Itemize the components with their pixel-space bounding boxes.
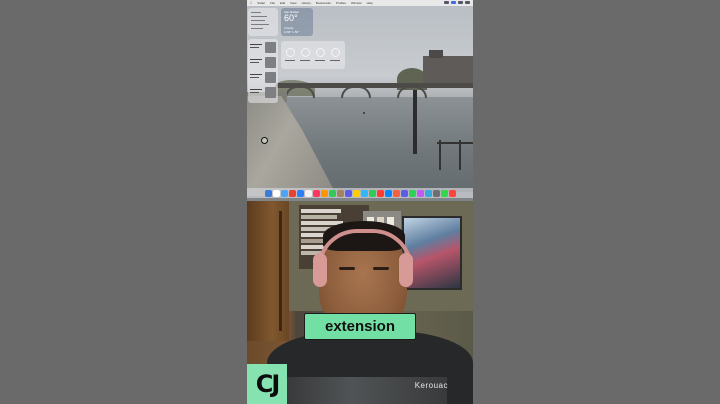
dock-app-icon[interactable] [376, 189, 384, 197]
dock-app-icon[interactable] [448, 189, 456, 197]
railing-post [459, 140, 461, 170]
widget-text-line [251, 24, 269, 25]
dock-app-icon[interactable] [360, 189, 368, 197]
gauge-icon [286, 48, 295, 57]
dock-app-icon[interactable] [432, 189, 440, 197]
weather-temperature: 60° [284, 13, 298, 23]
bridge-arch [397, 86, 427, 98]
short-video-frame:  Safari File Edit View History Bookmark… [247, 0, 473, 404]
dock-app-icon[interactable] [320, 189, 328, 197]
dock-app-icon[interactable] [384, 189, 392, 197]
menu-item-profiles[interactable]: Profiles [336, 0, 346, 6]
news-item[interactable] [250, 86, 276, 100]
menu-item-window[interactable]: Window [351, 0, 362, 6]
news-item[interactable] [250, 41, 276, 55]
bird [363, 112, 365, 114]
wooden-door [247, 201, 289, 341]
railing [437, 142, 473, 144]
apple-menu-icon[interactable]:  [250, 0, 252, 6]
control-center-icon[interactable] [465, 1, 470, 4]
news-thumbnail [265, 42, 276, 53]
dock-app-icon[interactable] [392, 189, 400, 197]
dock-app-icon[interactable] [328, 189, 336, 197]
menu-item-safari[interactable]: Safari [257, 0, 265, 6]
widget-text-line [251, 12, 261, 13]
menu-item-history[interactable]: History [302, 0, 311, 6]
news-thumbnail [265, 72, 276, 83]
dock-app-icon[interactable] [440, 189, 448, 197]
news-thumbnail [265, 57, 276, 68]
bridge-arch [341, 86, 371, 98]
dock-app-icon[interactable] [296, 189, 304, 197]
status-icon[interactable] [444, 1, 449, 4]
eyebrow [339, 267, 355, 270]
dock-app-icon[interactable] [400, 189, 408, 197]
news-item[interactable] [250, 71, 276, 85]
menu-item-edit[interactable]: Edit [280, 0, 285, 6]
dock-app-icon[interactable] [368, 189, 376, 197]
dock-app-icon[interactable] [344, 189, 352, 197]
headphone-left [313, 253, 327, 287]
widget-text-line [251, 28, 263, 29]
bridge-arch [285, 86, 315, 98]
gauge-label [300, 60, 310, 61]
channel-logo: CJ [247, 364, 287, 404]
news-thumbnail [265, 87, 276, 98]
dock-app-icon[interactable] [264, 189, 272, 197]
news-item[interactable] [250, 56, 276, 70]
headphone-right [399, 253, 413, 287]
widget-text-line [251, 16, 267, 17]
gauges-widget[interactable] [281, 41, 345, 69]
status-icon-active[interactable] [451, 1, 456, 4]
dock [247, 188, 473, 198]
dock-app-icon[interactable] [312, 189, 320, 197]
gauge-label [330, 60, 340, 61]
gauge-label [285, 60, 295, 61]
weather-high-low: H:66° L:50° [284, 30, 300, 34]
calendar-widget[interactable] [248, 8, 278, 36]
gauge-label [315, 60, 325, 61]
menu-item-help[interactable]: Help [367, 0, 373, 6]
dock-app-icon[interactable] [424, 189, 432, 197]
menu-item-file[interactable]: File [270, 0, 275, 6]
mooring-pole [413, 90, 417, 154]
dock-app-icon[interactable] [272, 189, 280, 197]
dock-app-icon[interactable] [288, 189, 296, 197]
weather-widget[interactable]: San Rafael 60° Cloudy H:66° L:50° [281, 8, 313, 36]
gauge-icon [331, 48, 340, 57]
dock-app-icon[interactable] [280, 189, 288, 197]
dock-app-icon[interactable] [352, 189, 360, 197]
caption-text: extension [304, 313, 416, 340]
dock-app-icon[interactable] [304, 189, 312, 197]
screen-recording:  Safari File Edit View History Bookmark… [247, 0, 473, 201]
mouse-cursor [261, 137, 268, 144]
menu-bar-status [444, 1, 470, 5]
railing-post [439, 140, 441, 170]
widget-text-line [251, 20, 265, 21]
menu-item-view[interactable]: View [290, 0, 296, 6]
gauge-icon [301, 48, 310, 57]
dock-app-icon[interactable] [408, 189, 416, 197]
news-widget[interactable] [248, 39, 278, 103]
menu-item-bookmarks[interactable]: Bookmarks [316, 0, 331, 6]
wifi-icon[interactable] [458, 1, 463, 4]
menu-bar:  Safari File Edit View History Bookmark… [247, 0, 473, 6]
dock-app-icon[interactable] [416, 189, 424, 197]
shirt-text: Kerouac [414, 381, 448, 390]
eyebrow [373, 267, 389, 270]
webcam-feed: extension CJ Kerouac [247, 201, 473, 404]
logo-text: CJ [255, 370, 281, 398]
gauge-icon [316, 48, 325, 57]
dock-app-icon[interactable] [336, 189, 344, 197]
